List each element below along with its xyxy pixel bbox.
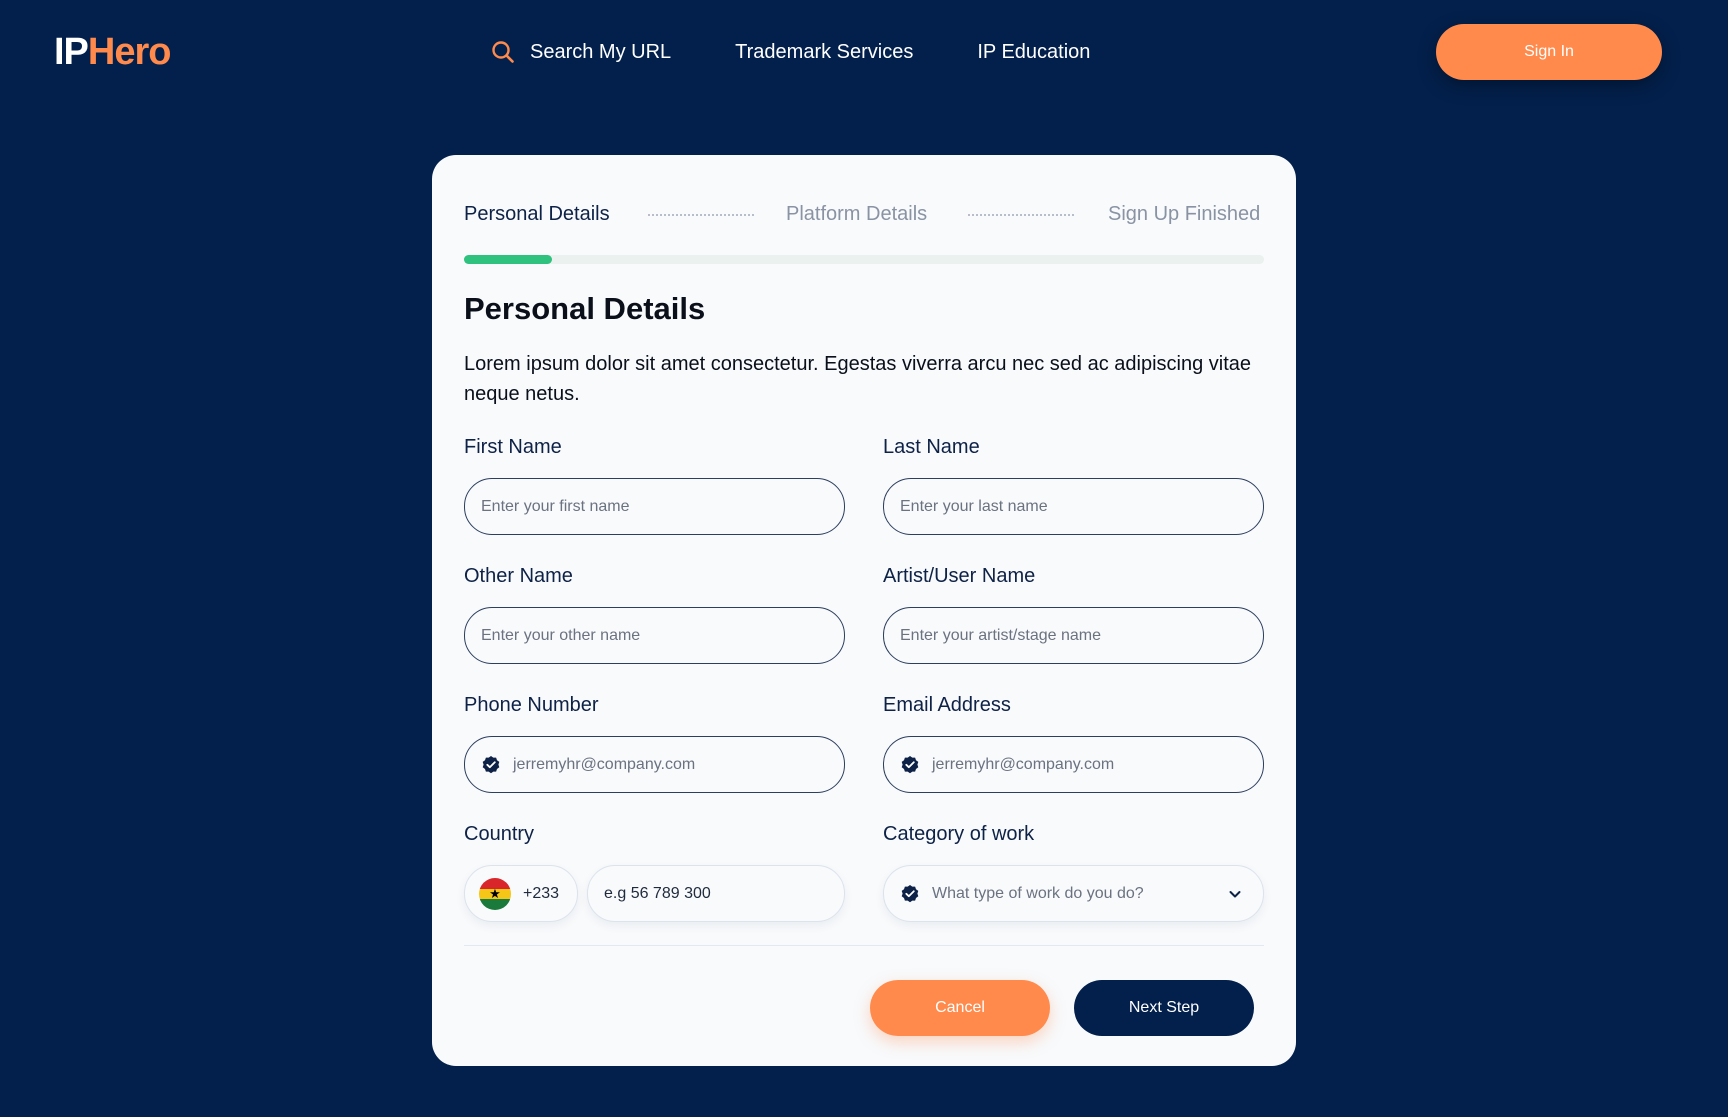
check-badge-icon	[901, 884, 919, 902]
last-name-input[interactable]: Enter your last name	[883, 478, 1264, 535]
country-dial-code: +233	[523, 884, 560, 902]
logo-ip: IP	[54, 31, 89, 73]
ghana-flag-icon: ★	[479, 877, 511, 910]
logo-hero: Hero	[87, 31, 172, 73]
country-code-select[interactable]: ★ +233	[464, 865, 578, 922]
other-name-placeholder: Enter your other name	[481, 626, 641, 644]
phone-number-input[interactable]: jerremyhr@company.com	[464, 736, 845, 793]
nav-link-trademark-services[interactable]: Trademark Services	[735, 41, 913, 64]
phone-number-value: jerremyhr@company.com	[513, 755, 696, 773]
sign-in-button[interactable]: Sign In	[1436, 24, 1662, 80]
first-name-label: First Name	[464, 436, 562, 458]
step-connector	[648, 214, 754, 216]
progress-bar-fill	[464, 255, 552, 264]
artist-name-placeholder: Enter your artist/stage name	[900, 626, 1101, 644]
top-navigation: IPHero Search My URL Trademark Services …	[0, 0, 1728, 104]
last-name-placeholder: Enter your last name	[900, 497, 1048, 515]
nav-link-label: Search My URL	[530, 40, 672, 63]
search-icon	[492, 41, 514, 63]
category-of-work-select[interactable]: What type of work do you do?	[883, 865, 1264, 922]
signup-card: Personal Details Platform Details Sign U…	[432, 155, 1296, 1066]
cancel-button[interactable]: Cancel	[870, 980, 1050, 1036]
nav-link-search-my-url[interactable]: Search My URL	[490, 39, 671, 65]
phone-local-number-placeholder: e.g 56 789 300	[604, 884, 711, 902]
email-address-label: Email Address	[883, 694, 1011, 716]
signup-stepper: Personal Details Platform Details Sign U…	[464, 201, 1264, 229]
last-name-label: Last Name	[883, 436, 980, 458]
artist-name-label: Artist/User Name	[883, 565, 1036, 587]
check-badge-icon	[901, 755, 919, 773]
nav-link-ip-education[interactable]: IP Education	[977, 41, 1090, 64]
other-name-input[interactable]: Enter your other name	[464, 607, 845, 664]
phone-number-label: Phone Number	[464, 694, 599, 716]
first-name-input[interactable]: Enter your first name	[464, 478, 845, 535]
country-label: Country	[464, 823, 535, 845]
step-personal-details[interactable]: Personal Details	[464, 201, 610, 227]
other-name-label: Other Name	[464, 565, 573, 587]
step-sign-up-finished[interactable]: Sign Up Finished	[1108, 201, 1260, 227]
progress-bar	[464, 255, 1264, 264]
form-title: Personal Details	[464, 291, 706, 326]
chevron-down-icon[interactable]	[1227, 886, 1243, 902]
category-of-work-label: Category of work	[883, 823, 1035, 845]
check-badge-icon	[482, 755, 500, 773]
phone-local-number-input[interactable]: e.g 56 789 300	[587, 865, 845, 922]
category-of-work-placeholder: What type of work do you do?	[932, 884, 1144, 902]
form-description: Lorem ipsum dolor sit amet consectetur. …	[464, 353, 1252, 405]
email-address-input[interactable]: jerremyhr@company.com	[883, 736, 1264, 793]
step-platform-details[interactable]: Platform Details	[786, 201, 927, 227]
nav-links: Search My URL Trademark Services IP Educ…	[490, 34, 1090, 70]
nav-link-label: Trademark Services	[735, 40, 914, 63]
nav-link-label: IP Education	[977, 40, 1091, 63]
step-connector	[968, 214, 1074, 216]
next-step-button[interactable]: Next Step	[1074, 980, 1254, 1036]
artist-name-input[interactable]: Enter your artist/stage name	[883, 607, 1264, 664]
form-divider	[464, 945, 1264, 946]
iphero-logo[interactable]: IPHero	[54, 28, 172, 76]
first-name-placeholder: Enter your first name	[481, 497, 630, 515]
email-address-value: jerremyhr@company.com	[932, 755, 1115, 773]
